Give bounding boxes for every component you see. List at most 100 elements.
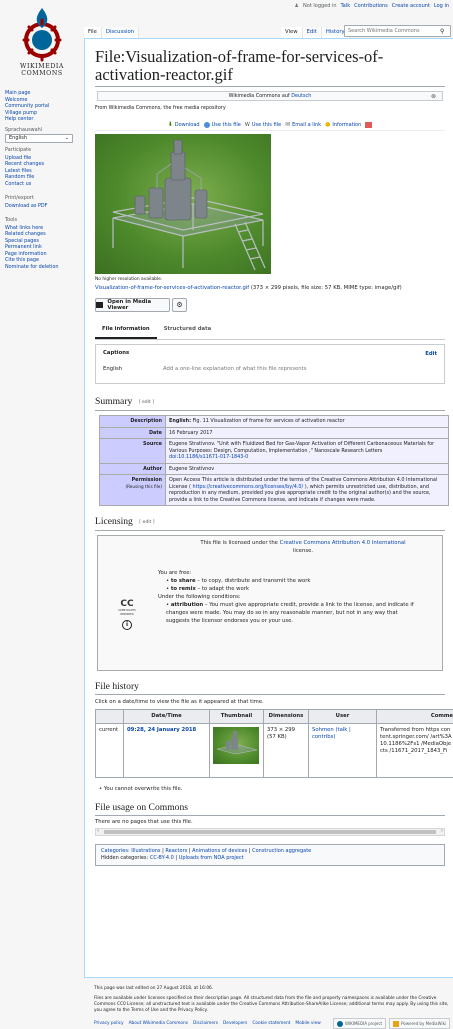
scrollbar-thumb[interactable] (104, 830, 436, 834)
horizontal-scrollbar[interactable]: ‹ › (95, 828, 445, 836)
wikimedia-project-badge[interactable]: WIKIMEDIA project (333, 1018, 386, 1029)
category-construction[interactable]: Construction aggregate (252, 848, 311, 854)
commons-logo-icon (10, 6, 74, 62)
sidebar-item-nominate-deletion[interactable]: Nominate for deletion (5, 264, 83, 271)
doi-link[interactable]: doi:10.1186/s11671-017-1843-0 (169, 454, 248, 460)
file-meta: (373 × 299 pixels, file size: 57 KB, MIM… (251, 285, 402, 291)
category-reactors[interactable]: Reactors (165, 848, 187, 854)
summary-heading: Summary [ edit ] (95, 396, 445, 411)
namespace-tabs: File Discussion (84, 27, 139, 38)
category-noa[interactable]: Uploads from NOA project (179, 855, 244, 861)
language-notice-text: Wikimedia Commons auf (229, 93, 290, 99)
file-history-heading: File history (95, 681, 445, 695)
col-header (96, 710, 124, 724)
summary-edit-link[interactable]: [ edit ] (139, 400, 154, 405)
tab-structured-data[interactable]: Structured data (157, 322, 219, 339)
information-button[interactable]: ● Information (325, 121, 361, 128)
open-media-viewer-button[interactable]: Open in Media Viewer (95, 298, 170, 312)
use-this-file-web-button[interactable]: Use this file (204, 121, 241, 128)
row-size: (57 KB) (267, 734, 287, 740)
globe-icon (204, 122, 210, 128)
tab-file-information[interactable]: File information (95, 322, 157, 339)
developers-link[interactable]: Developers (223, 1021, 247, 1027)
privacy-policy-link[interactable]: Privacy policy (94, 1021, 124, 1027)
file-info-line: Visualization-of-frame-for-services-of-a… (95, 285, 445, 291)
email-link-button[interactable]: ✉ Email a link (285, 121, 321, 128)
attribution-item: • attribution – You must give appropriat… (158, 601, 448, 625)
table-row: current 09:28, 24 January 2018 373 × 299… (96, 724, 453, 778)
table-header-row: Date/Time Thumbnail Dimensions User Comm… (96, 710, 453, 724)
main-content: File:Visualization-of-frame-for-services… (84, 38, 453, 978)
scroll-left-icon[interactable]: ‹ (97, 828, 99, 834)
email-icon: ✉ (285, 121, 290, 128)
lightbulb-icon: ● (325, 121, 330, 128)
download-icon: ⬇ (168, 121, 173, 128)
history-thumbnail[interactable] (213, 727, 259, 764)
talk-link[interactable]: Talk (341, 3, 351, 9)
sidebar-print-title: Print/export (5, 195, 83, 202)
category-animations[interactable]: Animations of devices (192, 848, 247, 854)
tab-edit[interactable]: Edit (303, 27, 322, 38)
contributions-link[interactable]: Contributions (354, 3, 388, 9)
row-dimensions: 373 × 299 (267, 727, 295, 733)
search-box: ⚲ (344, 25, 451, 37)
reusing-link[interactable]: (Reusing this file) (103, 484, 162, 491)
cc-license-link[interactable]: Creative Commons Attribution 4.0 Interna… (280, 540, 406, 546)
search-icon[interactable]: ⚲ (440, 28, 444, 35)
col-header-dimensions: Dimensions (264, 710, 309, 724)
description-key: Description (100, 416, 166, 428)
mobile-share-button[interactable] (365, 121, 372, 128)
some-rights-label: SOME RIGHTS RESERVED (112, 609, 142, 617)
tab-discussion[interactable]: Discussion (102, 27, 139, 38)
disclaimers-link[interactable]: Disclaimers (193, 1021, 218, 1027)
powered-by-mediawiki-badge[interactable]: Powered by MediaWiki (389, 1018, 450, 1029)
tab-view[interactable]: View (281, 27, 303, 38)
user-icon: ♟ (295, 3, 299, 9)
description-value: English: Fig. 11 Visualization of frame … (166, 416, 449, 428)
search-input[interactable] (348, 28, 440, 34)
table-row: Author Eugene Stratívnov (100, 463, 449, 475)
col-header-datetime: Date/Time (124, 710, 210, 724)
user-link[interactable]: Sohmen (312, 727, 334, 733)
gear-icon: ⚙ (176, 301, 182, 309)
site-logo[interactable]: WIKIMEDIA COMMONS (10, 6, 74, 82)
mobile-view-link[interactable]: Mobile view (295, 1021, 320, 1027)
cookie-statement-link[interactable]: Cookie statement (252, 1021, 290, 1027)
original-file-link[interactable]: Visualization-of-frame-for-services-of-a… (95, 285, 249, 291)
conditions-label: Under the following conditions: (158, 593, 448, 601)
source-key: Source (100, 439, 166, 464)
footer: This page was last edited on 27 August 2… (94, 986, 450, 1029)
sidebar-item-help-center[interactable]: Help center (5, 116, 83, 123)
file-preview-image[interactable] (95, 134, 271, 274)
sidebar-participate-title: Participate (5, 147, 83, 154)
datetime-link[interactable]: 09:28, 24 January 2018 (127, 727, 196, 733)
sidebar: Main page Welcome Community portal Villa… (5, 90, 83, 270)
licensing-heading: Licensing [ edit ] (95, 516, 445, 531)
file-history-intro: Click on a date/time to view the file as… (95, 699, 445, 705)
page-title: File:Visualization-of-frame-for-services… (95, 48, 445, 87)
tab-file[interactable]: File (84, 27, 102, 38)
media-viewer-settings-button[interactable]: ⚙ (172, 298, 187, 312)
categories-label[interactable]: Categories: (101, 848, 130, 854)
logo-wordmark: WIKIMEDIA COMMONS (10, 63, 74, 77)
cc-logo-icon: CC (112, 600, 142, 609)
cc-by-url-link[interactable]: https://creativecommons.org/licenses/by/… (192, 484, 303, 490)
use-this-file-wiki-button[interactable]: W Use this file (245, 121, 281, 128)
download-button[interactable]: ⬇ Download (168, 121, 200, 128)
mediawiki-icon (393, 1021, 399, 1027)
log-in-link[interactable]: Log in (434, 3, 449, 9)
licensing-edit-link[interactable]: [ edit ] (139, 520, 154, 525)
language-notice-link[interactable]: Deutsch (291, 93, 311, 99)
author-value: Eugene Stratívnov (166, 463, 449, 475)
wiki-icon: W (245, 122, 250, 128)
about-link[interactable]: About Wikimedia Commons (129, 1021, 188, 1027)
sidebar-tools-title: Tools (5, 217, 83, 224)
category-cc-by[interactable]: CC-BY-4.0 (150, 855, 174, 861)
captions-edit-link[interactable]: Edit (425, 351, 437, 357)
create-account-link[interactable]: Create account (392, 3, 430, 9)
category-illustrations[interactable]: Illustrations (131, 848, 160, 854)
scroll-right-icon[interactable]: › (441, 828, 443, 834)
language-select[interactable]: English ⌄ (5, 134, 73, 143)
close-icon[interactable]: ⊗ (431, 92, 436, 101)
table-row: Permission(Reusing this file) Open Acces… (100, 475, 449, 506)
